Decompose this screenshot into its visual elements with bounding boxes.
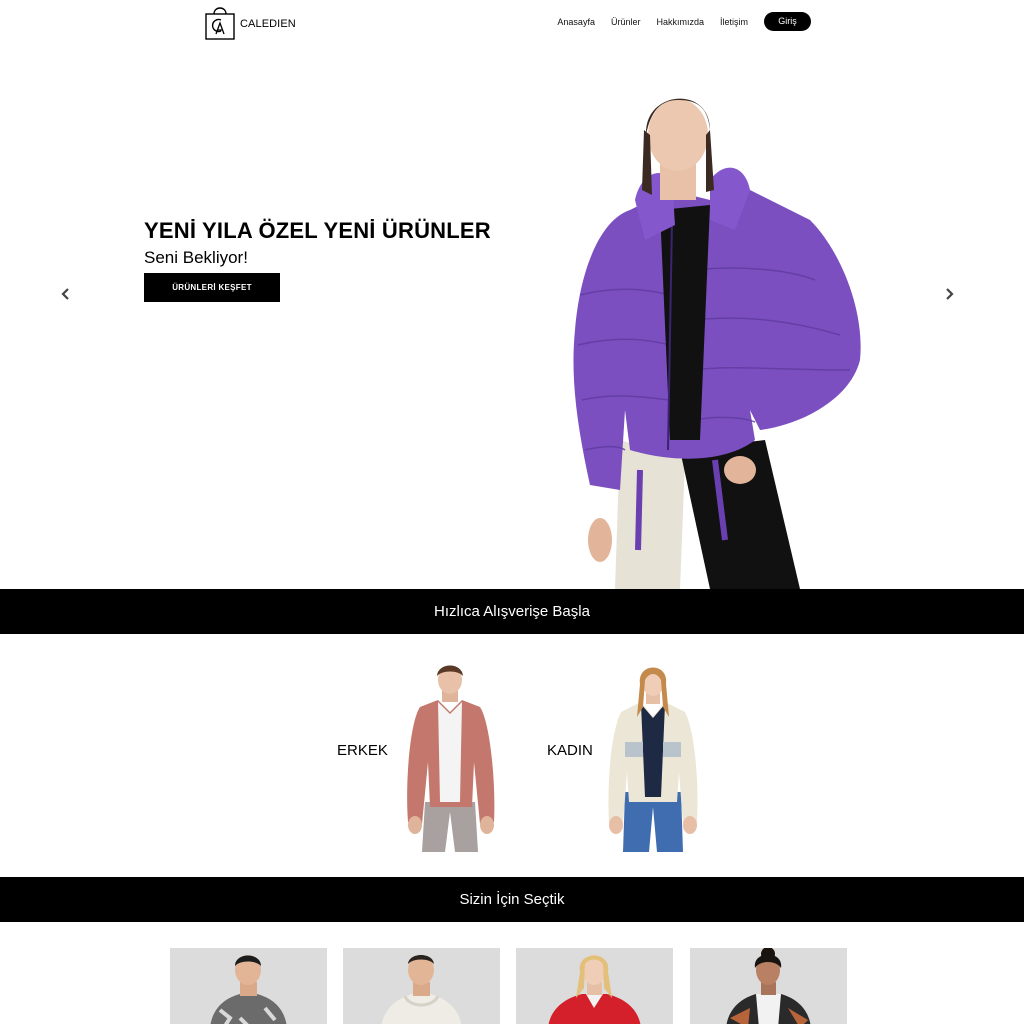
shopping-bag-logo-icon <box>205 7 235 40</box>
product-card[interactable] <box>516 948 673 1024</box>
hero-subtitle: Seni Bekliyor! <box>144 248 248 267</box>
chevron-left-icon[interactable] <box>59 287 73 301</box>
nav-links: Anasayfa Ürünler Hakkımızda İletişim Gir… <box>541 12 811 45</box>
category-women-image[interactable] <box>603 662 703 852</box>
product-card[interactable] <box>690 948 847 1024</box>
brand-name: CALEDIEN <box>240 18 296 30</box>
quick-shop-heading: Hızlıca Alışverişe Başla <box>0 589 1024 634</box>
nav-link-contact[interactable]: İletişim <box>720 17 748 27</box>
hero-title: YENİ YILA ÖZEL YENİ ÜRÜNLER <box>144 218 491 243</box>
product-card[interactable] <box>170 948 327 1024</box>
category-women-label[interactable]: KADIN <box>547 742 593 759</box>
hero-carousel: YENİ YILA ÖZEL YENİ ÜRÜNLER Seni Bekliyo… <box>0 44 1024 589</box>
hero-model-image <box>573 98 861 589</box>
navbar: CALEDIEN Anasayfa Ürünler Hakkımızda İle… <box>0 0 1024 45</box>
product-card[interactable] <box>343 948 500 1024</box>
category-men-label[interactable]: ERKEK <box>337 742 388 759</box>
product-image <box>381 955 462 1024</box>
nav-link-home[interactable]: Anasayfa <box>557 17 595 27</box>
nav-link-products[interactable]: Ürünler <box>611 17 641 27</box>
product-image <box>548 955 641 1024</box>
category-men-image[interactable] <box>400 662 500 852</box>
login-button[interactable]: Giriş Yap <box>764 12 811 45</box>
nav-link-about[interactable]: Hakkımızda <box>656 17 704 27</box>
picks-heading: Sizin İçin Seçtik <box>0 877 1024 922</box>
product-image <box>726 948 811 1024</box>
explore-products-button[interactable]: ÜRÜNLERİ KEŞFET <box>144 273 280 302</box>
brand[interactable]: CALEDIEN <box>204 4 296 40</box>
category-section: ERKEK KADIN <box>0 634 1024 877</box>
product-image <box>210 955 287 1024</box>
product-grid <box>0 922 1024 1024</box>
chevron-right-icon[interactable] <box>942 287 956 301</box>
